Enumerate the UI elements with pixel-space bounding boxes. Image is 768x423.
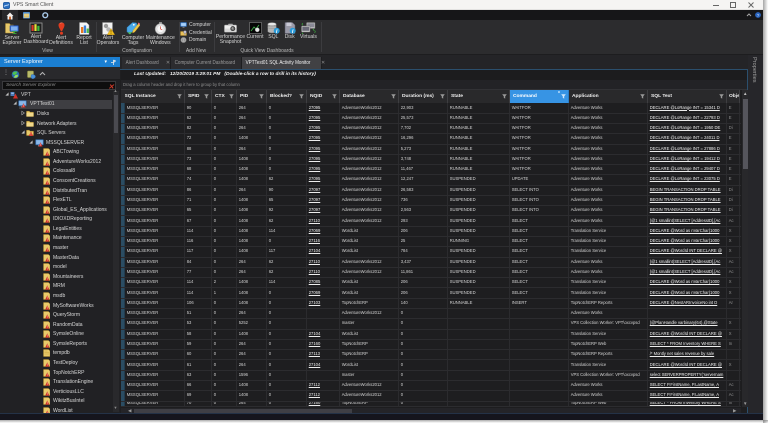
svg-text:!: ! [47, 325, 48, 329]
svg-text:!: ! [47, 287, 48, 291]
svg-text:!: ! [47, 181, 48, 185]
svg-text:!: ! [47, 363, 48, 367]
svg-text:!: ! [47, 200, 48, 204]
svg-text:!: ! [47, 315, 48, 319]
svg-text:!: ! [47, 373, 48, 377]
svg-text:!: ! [47, 306, 48, 310]
svg-text:!: ! [47, 277, 48, 281]
svg-text:!: ! [47, 191, 48, 195]
svg-text:!: ! [47, 296, 48, 300]
svg-text:!: ! [47, 344, 48, 348]
svg-text:!: ! [47, 402, 48, 406]
svg-text:!: ! [47, 392, 48, 396]
svg-text:!: ! [40, 143, 41, 147]
svg-text:!: ! [47, 220, 48, 224]
svg-text:!: ! [47, 258, 48, 262]
svg-text:!: ! [110, 30, 112, 35]
svg-text:!: ! [47, 152, 48, 156]
svg-text:!: ! [47, 382, 48, 386]
svg-text:!: ! [47, 162, 48, 166]
svg-text:!: ! [47, 210, 48, 214]
svg-text:!: ! [47, 334, 48, 338]
svg-text:!: ! [31, 133, 32, 137]
svg-text:!: ! [47, 229, 48, 233]
svg-text:!: ! [47, 267, 48, 271]
svg-text:!: ! [47, 172, 48, 176]
svg-text:!: ! [47, 239, 48, 243]
svg-text:!: ! [23, 104, 24, 108]
svg-text:!: ! [47, 248, 48, 252]
